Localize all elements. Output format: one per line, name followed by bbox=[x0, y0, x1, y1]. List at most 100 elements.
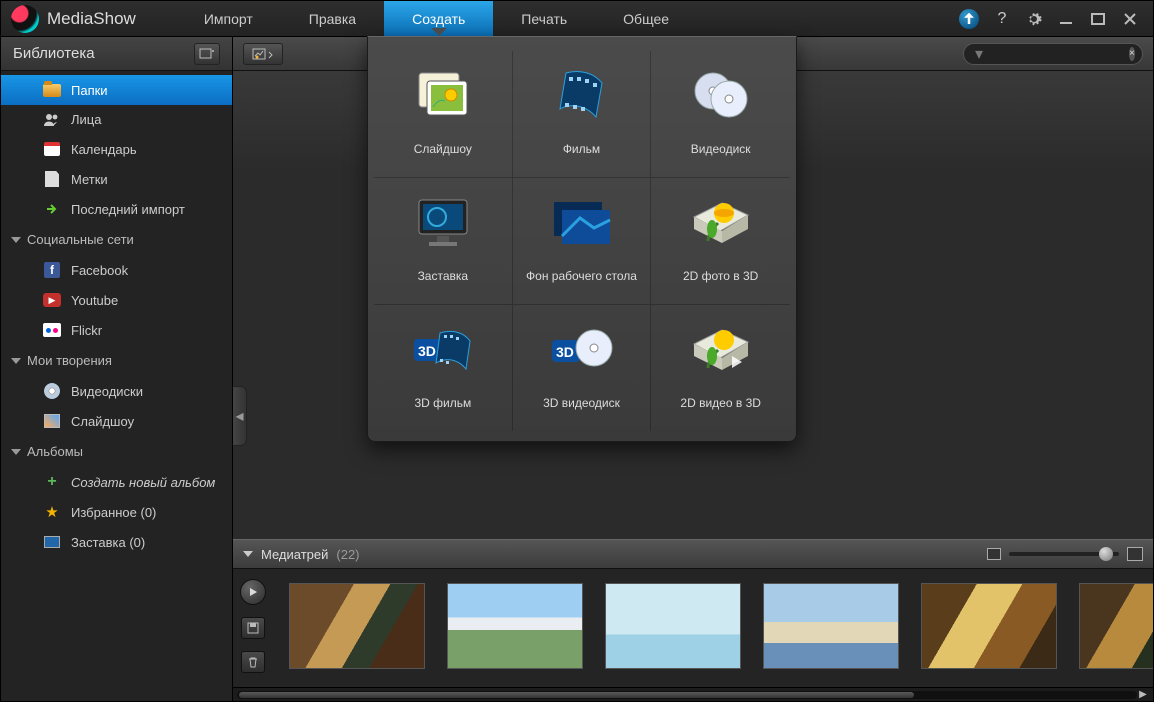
sidebar-item-calendar[interactable]: Календарь bbox=[1, 134, 232, 164]
monitor-icon bbox=[408, 192, 478, 252]
tray-thumb[interactable] bbox=[921, 583, 1057, 669]
sidebar-group-social[interactable]: Социальные сети bbox=[1, 224, 232, 255]
sidebar-item-label: Заставка (0) bbox=[71, 535, 145, 550]
sidebar-item-label: Видеодиски bbox=[71, 384, 143, 399]
plus-icon: + bbox=[43, 474, 61, 490]
import-arrow-icon bbox=[43, 201, 61, 217]
tray-thumb[interactable] bbox=[763, 583, 899, 669]
sidebar-item-new-album[interactable]: + Создать новый альбом bbox=[1, 467, 232, 497]
facebook-icon: f bbox=[43, 262, 61, 278]
create-dropdown-panel: Слайдшоу Фильм Видеодиск Заставка bbox=[367, 36, 797, 442]
sidebar-item-screensaver[interactable]: Заставка (0) bbox=[1, 527, 232, 557]
maximize-icon[interactable] bbox=[1089, 10, 1107, 28]
create-movie[interactable]: Фильм bbox=[513, 51, 652, 178]
tray-thumb[interactable] bbox=[289, 583, 425, 669]
create-item-label: 2D фото в 3D bbox=[683, 262, 758, 290]
create-3d-movie[interactable]: 3D 3D фильм bbox=[374, 305, 513, 431]
menu-share[interactable]: Общее bbox=[595, 1, 697, 36]
create-3d-videodisc[interactable]: 3D 3D видеодиск bbox=[513, 305, 652, 431]
sidebar-item-tags[interactable]: Метки bbox=[1, 164, 232, 194]
create-item-label: 2D видео в 3D bbox=[680, 389, 760, 417]
menu-edit[interactable]: Правка bbox=[281, 1, 384, 36]
add-media-button[interactable] bbox=[194, 43, 220, 65]
menu-create[interactable]: Создать bbox=[384, 1, 493, 36]
play-button[interactable] bbox=[240, 579, 266, 605]
settings-gear-icon[interactable] bbox=[1025, 10, 1043, 28]
sidebar-item-faces[interactable]: Лица bbox=[1, 105, 232, 134]
sidebar-item-youtube[interactable]: ▶ Youtube bbox=[1, 285, 232, 315]
scrollbar-track[interactable] bbox=[237, 691, 1137, 699]
sidebar-group-creations[interactable]: Мои творения bbox=[1, 345, 232, 376]
thumb-large-icon[interactable] bbox=[1127, 547, 1143, 561]
create-slideshow[interactable]: Слайдшоу bbox=[374, 51, 513, 178]
view-mode-button[interactable] bbox=[243, 43, 283, 65]
sidebar-item-label: Папки bbox=[71, 83, 108, 98]
create-item-label: 3D фильм bbox=[414, 389, 471, 417]
sidebar-collapse-handle[interactable]: ◂ bbox=[233, 386, 247, 446]
sidebar-item-label: Youtube bbox=[71, 293, 118, 308]
tray-controls bbox=[233, 569, 273, 687]
app-window: MediaShow Импорт Правка Создать Печать О… bbox=[0, 0, 1154, 702]
calendar-icon bbox=[43, 141, 61, 157]
menu-print[interactable]: Печать bbox=[493, 1, 595, 36]
tray-title: Медиатрей bbox=[261, 547, 328, 562]
create-item-label: 3D видеодиск bbox=[543, 389, 620, 417]
sidebar-item-facebook[interactable]: f Facebook bbox=[1, 255, 232, 285]
sidebar-item-favorites[interactable]: ★ Избранное (0) bbox=[1, 497, 232, 527]
sidebar-item-label: Слайдшоу bbox=[71, 414, 134, 429]
minimize-icon[interactable] bbox=[1057, 10, 1075, 28]
create-item-label: Слайдшоу bbox=[414, 135, 472, 163]
upload-icon[interactable] bbox=[959, 9, 979, 29]
sidebar-item-label: Facebook bbox=[71, 263, 128, 278]
menu-import[interactable]: Импорт bbox=[176, 1, 281, 36]
sidebar-list: Папки Лица Календарь Метки Последний имп… bbox=[1, 71, 232, 557]
sidebar-group-label: Социальные сети bbox=[27, 232, 134, 247]
save-button[interactable] bbox=[241, 617, 265, 639]
delete-button[interactable] bbox=[241, 651, 265, 673]
chevron-down-icon bbox=[11, 449, 21, 455]
create-2d-photo-3d[interactable]: 2D фото в 3D bbox=[651, 178, 790, 305]
create-2d-video-3d[interactable]: 2D видео в 3D bbox=[651, 305, 790, 431]
monitor-icon bbox=[43, 534, 61, 550]
sidebar-item-flickr[interactable]: Flickr bbox=[1, 315, 232, 345]
svg-text:3D: 3D bbox=[418, 343, 436, 359]
title-bar: MediaShow Импорт Правка Создать Печать О… bbox=[1, 1, 1153, 37]
wallpaper-icon bbox=[546, 192, 616, 252]
sidebar-item-videodiscs[interactable]: Видеодиски bbox=[1, 376, 232, 406]
tray-thumb[interactable] bbox=[447, 583, 583, 669]
sidebar-group-albums[interactable]: Альбомы bbox=[1, 436, 232, 467]
sidebar-group-label: Мои творения bbox=[27, 353, 112, 368]
create-videodisc[interactable]: Видеодиск bbox=[651, 51, 790, 178]
tray-thumbnails bbox=[273, 569, 1153, 687]
disc-3d-icon: 3D bbox=[546, 319, 616, 379]
sidebar-item-slideshows[interactable]: Слайдшоу bbox=[1, 406, 232, 436]
sidebar-item-label: Последний импорт bbox=[71, 202, 185, 217]
tray-scrollbar[interactable]: ▶ bbox=[233, 687, 1153, 701]
clear-search-icon[interactable]: × bbox=[1129, 47, 1135, 61]
slider-knob[interactable] bbox=[1099, 547, 1113, 561]
thumb-size-slider[interactable] bbox=[1009, 552, 1119, 556]
video-3d-icon bbox=[686, 319, 756, 379]
close-icon[interactable] bbox=[1121, 10, 1139, 28]
tag-icon bbox=[43, 171, 61, 187]
tray-thumb[interactable] bbox=[605, 583, 741, 669]
sidebar-item-label: Создать новый альбом bbox=[71, 475, 215, 490]
chevron-down-icon bbox=[243, 551, 253, 557]
create-screensaver[interactable]: Заставка bbox=[374, 178, 513, 305]
search-field[interactable] bbox=[987, 48, 1129, 60]
tray-thumb[interactable] bbox=[1079, 583, 1153, 669]
media-tray bbox=[233, 569, 1153, 687]
media-tray-header[interactable]: Медиатрей (22) bbox=[233, 539, 1153, 569]
create-wallpaper[interactable]: Фон рабочего стола bbox=[513, 178, 652, 305]
help-icon[interactable]: ? bbox=[993, 10, 1011, 28]
youtube-icon: ▶ bbox=[43, 292, 61, 308]
sidebar-item-label: Метки bbox=[71, 172, 108, 187]
sidebar-item-last-import[interactable]: Последний импорт bbox=[1, 194, 232, 224]
scrollbar-thumb[interactable] bbox=[239, 692, 914, 698]
create-item-label: Фон рабочего стола bbox=[526, 262, 637, 290]
thumb-small-icon[interactable] bbox=[987, 548, 1001, 560]
search-input[interactable]: ▾ × bbox=[963, 43, 1143, 65]
flickr-icon bbox=[43, 322, 61, 338]
sidebar-item-folders[interactable]: Папки bbox=[1, 75, 232, 105]
scroll-right-icon[interactable]: ▶ bbox=[1137, 689, 1149, 700]
